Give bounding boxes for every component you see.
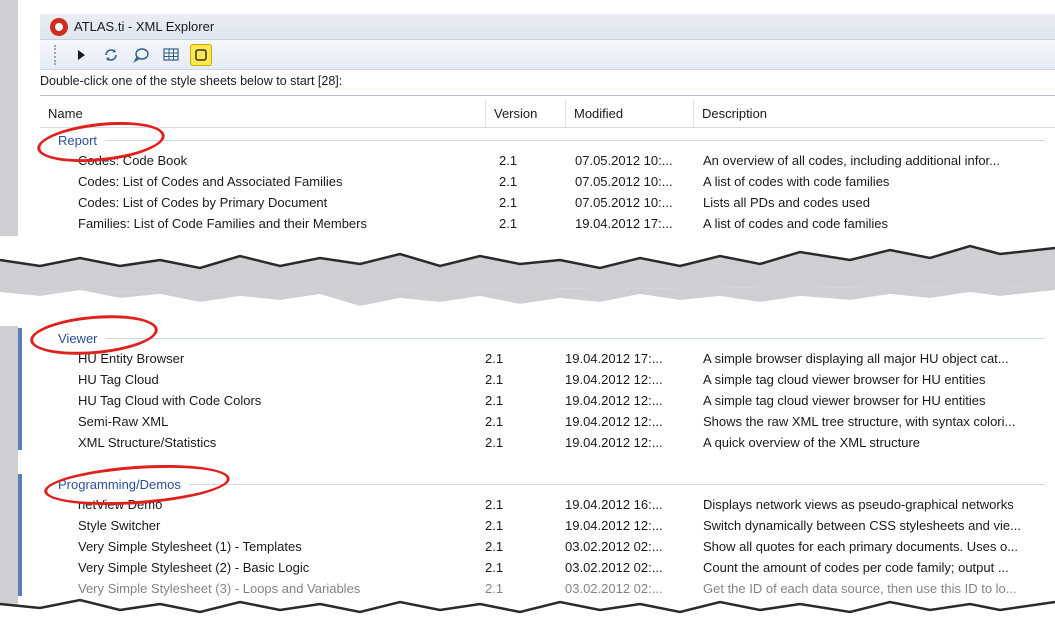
row-modified: 03.02.2012 02:... — [565, 539, 663, 554]
row-name: Semi-Raw XML — [78, 414, 169, 429]
row-description: Show all quotes for each primary documen… — [703, 539, 1019, 554]
row-modified: 19.04.2012 12:... — [565, 372, 663, 387]
table-row[interactable]: HU Entity Browser 2.1 19.04.2012 17:... A s… — [40, 348, 1055, 369]
row-description: A list of codes with code families — [703, 174, 890, 189]
row-version: 2.1 — [499, 174, 518, 189]
table-row[interactable]: Semi-Raw XML 2.1 19.04.2012 12:... Shows th… — [40, 411, 1055, 432]
column-header-modified[interactable]: Modified — [565, 100, 693, 127]
window-titlebar: ATLAS.ti - XML Explorer — [40, 14, 1055, 40]
table-row[interactable]: Codes: Code Book 2.1 07.05.2012 10:... An o… — [40, 150, 1055, 171]
group-header-viewer[interactable]: Viewer — [40, 328, 1055, 348]
selection-indicator — [18, 328, 22, 450]
row-version: 2.1 — [499, 153, 518, 168]
table-row[interactable]: HU Tag Cloud with Code Colors 2.1 19.04.20… — [40, 390, 1055, 411]
table-row[interactable]: Very Simple Stylesheet (2) - Basic Logic… — [40, 557, 1055, 578]
window-title: ATLAS.ti - XML Explorer — [74, 19, 215, 34]
row-version: 2.1 — [485, 539, 504, 554]
column-header-version[interactable]: Version — [485, 100, 565, 127]
table-row[interactable]: Families: List of Code Families and thei… — [40, 213, 1055, 234]
torn-paper-edge — [0, 236, 1055, 326]
row-description: A quick overview of the XML structure — [703, 435, 921, 450]
row-version: 2.1 — [485, 560, 504, 575]
group-viewer: Viewer HU Entity Browser 2.1 19.04.2012 17… — [40, 328, 1055, 453]
table-icon[interactable] — [160, 44, 182, 66]
row-description: A list of codes and code families — [703, 216, 888, 231]
toolbar-grip[interactable] — [54, 44, 58, 65]
row-modified: 19.04.2012 17:... — [565, 351, 663, 366]
table-row[interactable]: Codes: List of Codes by Primary Document… — [40, 192, 1055, 213]
row-version: 2.1 — [485, 497, 504, 512]
row-name: Codes: List of Codes by Primary Document — [78, 195, 328, 210]
group-header-report[interactable]: Report — [40, 130, 1055, 150]
atlas-ti-logo-icon — [50, 17, 68, 36]
row-description: An overview of all codes, including addi… — [703, 153, 1001, 168]
row-version: 2.1 — [499, 195, 518, 210]
table-row[interactable]: netView Demo 2.1 19.04.2012 16:... Displays… — [40, 494, 1055, 515]
table-row[interactable]: HU Tag Cloud 2.1 19.04.2012 12:... A simple… — [40, 369, 1055, 390]
screenshot-page: ATLAS.ti - XML Explorer Double-click one… — [0, 0, 1055, 633]
highlight-icon[interactable] — [190, 43, 212, 66]
row-modified: 19.04.2012 16:... — [565, 497, 663, 512]
row-modified: 19.04.2012 12:... — [565, 435, 663, 450]
row-modified: 19.04.2012 12:... — [565, 393, 663, 408]
table-row[interactable]: XML Structure/Statistics 2.1 19.04.2012 12… — [40, 432, 1055, 453]
refresh-icon[interactable] — [100, 44, 122, 66]
row-modified: 19.04.2012 17:... — [575, 216, 673, 231]
row-description: Displays network views as pseudo-graphic… — [703, 497, 1014, 512]
table-row[interactable]: Very Simple Stylesheet (1) - Templates 2.… — [40, 536, 1055, 557]
row-version: 2.1 — [485, 393, 504, 408]
row-description: Count the amount of codes per code famil… — [703, 560, 1009, 575]
instruction-text: Double-click one of the style sheets bel… — [40, 74, 343, 88]
row-modified: 19.04.2012 12:... — [565, 414, 663, 429]
row-description: A simple browser displaying all major HU… — [703, 351, 1009, 366]
table-header: Name Version Modified Description — [40, 100, 1055, 128]
torn-paper-edge-bottom — [0, 598, 1055, 633]
row-modified: 07.05.2012 10:... — [575, 174, 673, 189]
row-version: 2.1 — [485, 351, 504, 366]
row-name: Codes: List of Codes and Associated Fami… — [78, 174, 343, 189]
row-modified: 03.02.2012 02:... — [565, 560, 663, 575]
comment-icon[interactable] — [130, 44, 152, 66]
row-description: Switch dynamically between CSS styleshee… — [703, 518, 1021, 533]
row-description: A simple tag cloud viewer browser for HU… — [703, 393, 986, 408]
row-name: Style Switcher — [78, 518, 161, 533]
row-name: XML Structure/Statistics — [78, 435, 217, 450]
row-name: Very Simple Stylesheet (2) - Basic Logic — [78, 560, 310, 575]
row-description: Lists all PDs and codes used — [703, 195, 870, 210]
table-row[interactable]: Codes: List of Codes and Associated Fami… — [40, 171, 1055, 192]
group-report: Report Codes: Code Book 2.1 07.05.2012 10:… — [40, 130, 1055, 234]
row-name: Families: List of Code Families and thei… — [78, 216, 367, 231]
row-name: Very Simple Stylesheet (1) - Templates — [78, 539, 302, 554]
toolbar — [40, 40, 1055, 70]
row-name: HU Tag Cloud — [78, 372, 159, 387]
row-modified: 19.04.2012 12:... — [565, 518, 663, 533]
column-header-description[interactable]: Description — [693, 100, 1055, 127]
row-modified: 07.05.2012 10:... — [575, 195, 673, 210]
divider — [40, 95, 1055, 96]
row-version: 2.1 — [499, 216, 518, 231]
row-description: A simple tag cloud viewer browser for HU… — [703, 372, 986, 387]
row-version: 2.1 — [485, 414, 504, 429]
row-modified: 07.05.2012 10:... — [575, 153, 673, 168]
row-description: Shows the raw XML tree structure, with s… — [703, 414, 1016, 429]
row-version: 2.1 — [485, 372, 504, 387]
play-icon[interactable] — [70, 44, 92, 66]
selection-indicator — [18, 474, 22, 596]
row-name: HU Tag Cloud with Code Colors — [78, 393, 262, 408]
row-version: 2.1 — [485, 518, 504, 533]
row-version: 2.1 — [485, 435, 504, 450]
table-row[interactable]: Style Switcher 2.1 19.04.2012 12:... Switch… — [40, 515, 1055, 536]
row-name: HU Entity Browser — [78, 351, 185, 366]
